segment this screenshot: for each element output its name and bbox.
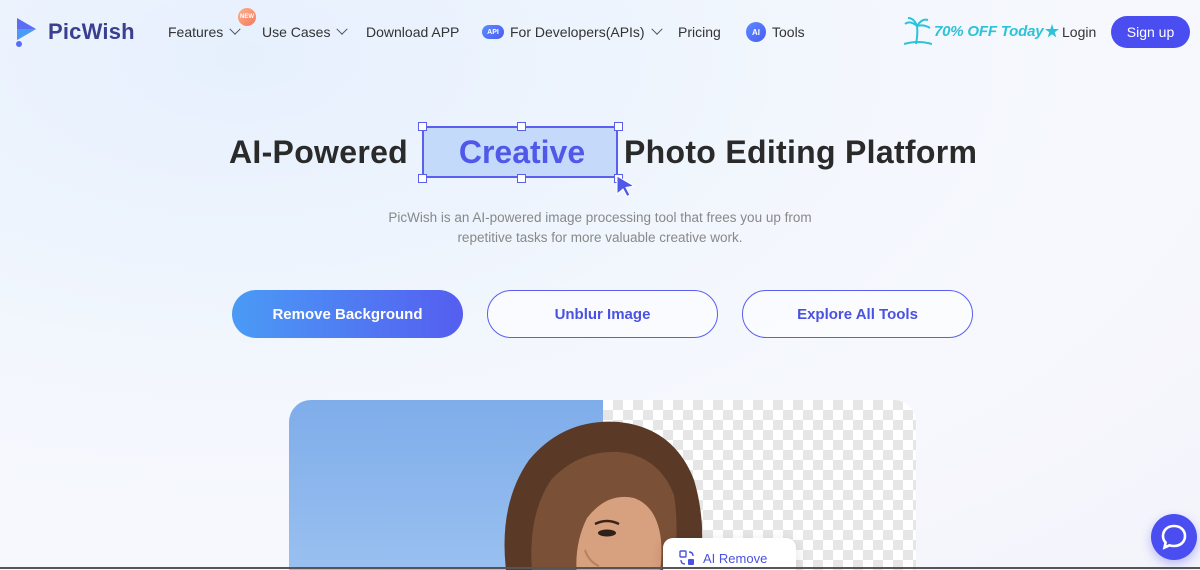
hero-subtitle: PicWish is an AI-powered image processin…	[0, 208, 1200, 248]
chat-bubble-icon	[1161, 524, 1187, 550]
resize-handle	[418, 174, 427, 183]
creative-highlight-box: Creative	[418, 122, 623, 183]
nav-tools-label: Tools	[772, 24, 805, 40]
chevron-down-icon	[336, 23, 349, 35]
resize-handle	[517, 174, 526, 183]
resize-handle	[517, 122, 526, 131]
ai-remove-badge: AI Remove	[663, 538, 796, 570]
nav-features-label: Features	[168, 24, 224, 40]
resize-handle	[418, 122, 427, 131]
headline-part-2: Photo Editing Platform	[624, 134, 978, 170]
promo-banner[interactable]: 70% OFF Today	[904, 14, 1060, 48]
resize-handle	[614, 122, 623, 131]
login-link[interactable]: Login	[1062, 24, 1096, 40]
top-nav: PicWish Features NEW Use Cases Download …	[0, 0, 1200, 64]
nav-pricing-label: Pricing	[678, 24, 721, 40]
ai-remove-label: AI Remove	[703, 550, 768, 566]
nav-download-app-label: Download APP	[366, 24, 460, 40]
headline-highlight: Creative	[458, 134, 586, 170]
unblur-image-button[interactable]: Unblur Image	[487, 290, 718, 338]
subtitle-line-2: repetitive tasks for more valuable creat…	[457, 230, 743, 245]
nav-download-app[interactable]: Download APP	[366, 22, 459, 42]
remove-background-button[interactable]: Remove Background	[232, 290, 463, 338]
portrait-photo	[504, 421, 703, 570]
headline-part-1: AI-Powered	[229, 134, 409, 170]
nav-use-cases[interactable]: Use Cases	[262, 22, 349, 42]
divider	[0, 567, 1200, 569]
new-badge: NEW	[238, 8, 256, 26]
nav-use-cases-label: Use Cases	[262, 24, 331, 40]
chevron-down-icon	[650, 23, 663, 35]
logo[interactable]: PicWish	[14, 16, 135, 48]
nav-developers-label: For Developers(APIs)	[510, 24, 645, 40]
chat-widget-button[interactable]	[1151, 514, 1197, 560]
ai-remove-icon	[679, 550, 694, 565]
nav-developers[interactable]: API For Developers(APIs)	[482, 22, 663, 42]
subtitle-line-1: PicWish is an AI-powered image processin…	[388, 210, 812, 225]
nav-pricing[interactable]: Pricing	[678, 22, 721, 42]
promo-text: 70% OFF Today	[934, 22, 1044, 40]
explore-all-tools-button[interactable]: Explore All Tools	[742, 290, 973, 338]
chevron-down-icon	[229, 23, 241, 35]
nav-features[interactable]: Features	[168, 22, 241, 42]
pointer-cursor-icon	[616, 175, 636, 198]
hero-headline: AI-Powered Creative Photo Editing Platfo…	[0, 118, 1200, 198]
signup-button[interactable]: Sign up	[1111, 16, 1190, 48]
starfish-icon	[1045, 24, 1060, 38]
brand-name: PicWish	[48, 19, 135, 44]
palm-tree-icon	[904, 17, 932, 45]
nav-tools[interactable]: AI Tools	[746, 22, 805, 42]
api-icon: API	[482, 25, 504, 39]
ai-tools-icon: AI	[746, 22, 766, 42]
picwish-logo-icon	[16, 18, 36, 47]
demo-image-card	[289, 400, 916, 570]
